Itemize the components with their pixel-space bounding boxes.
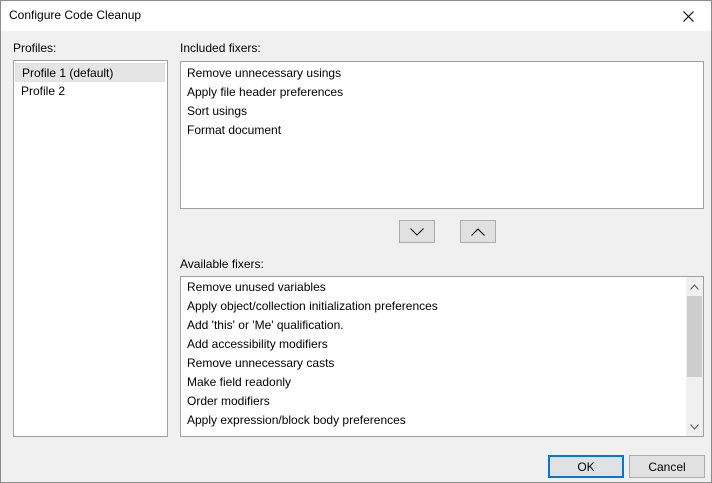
available-fixer-item[interactable]: Add accessibility modifiers [181,335,686,354]
scroll-up-button[interactable] [686,278,703,295]
chevron-up-icon [690,283,699,290]
included-fixers-label: Included fixers: [180,41,261,55]
close-icon [682,10,694,22]
available-fixer-item[interactable]: Order modifiers [181,392,686,411]
available-fixer-item[interactable]: Make field readonly [181,373,686,392]
included-fixers-list[interactable]: Remove unnecessary usings Apply file hea… [180,61,704,209]
scroll-down-button[interactable] [686,418,703,435]
chevron-down-icon [410,227,424,236]
available-fixers-scrollbar[interactable] [686,277,703,436]
profiles-list[interactable]: Profile 1 (default) Profile 2 [13,60,168,437]
configure-code-cleanup-dialog: Configure Code Cleanup Profiles: Profile… [0,0,712,483]
chevron-up-icon [471,227,485,236]
available-fixer-item[interactable]: Apply object/collection initialization p… [181,297,686,316]
included-fixer-item[interactable]: Sort usings [181,102,703,121]
included-fixer-item[interactable]: Remove unnecessary usings [181,64,703,83]
included-fixer-item[interactable]: Apply file header preferences [181,83,703,102]
available-fixer-item[interactable]: Remove unnecessary casts [181,354,686,373]
ok-button[interactable]: OK [548,455,624,478]
available-fixer-item[interactable]: Remove unused variables [181,278,686,297]
profiles-label: Profiles: [13,41,57,55]
close-button[interactable] [665,1,711,31]
window-title: Configure Code Cleanup [9,8,142,22]
available-fixers-list[interactable]: Remove unused variables Apply object/col… [180,276,704,437]
available-fixers-label: Available fixers: [180,257,264,271]
scroll-thumb[interactable] [687,296,702,377]
available-fixer-item[interactable]: Add 'this' or 'Me' qualification. [181,316,686,335]
profile-item-2[interactable]: Profile 2 [15,82,165,101]
included-fixer-item[interactable]: Format document [181,121,703,140]
profile-item-1[interactable]: Profile 1 (default) [15,63,165,82]
chevron-down-icon [690,423,699,430]
title-bar: Configure Code Cleanup [1,1,711,31]
available-fixer-item[interactable]: Apply expression/block body preferences [181,411,686,430]
cancel-button[interactable]: Cancel [629,455,705,478]
move-up-button[interactable] [460,220,496,243]
move-down-button[interactable] [399,220,435,243]
